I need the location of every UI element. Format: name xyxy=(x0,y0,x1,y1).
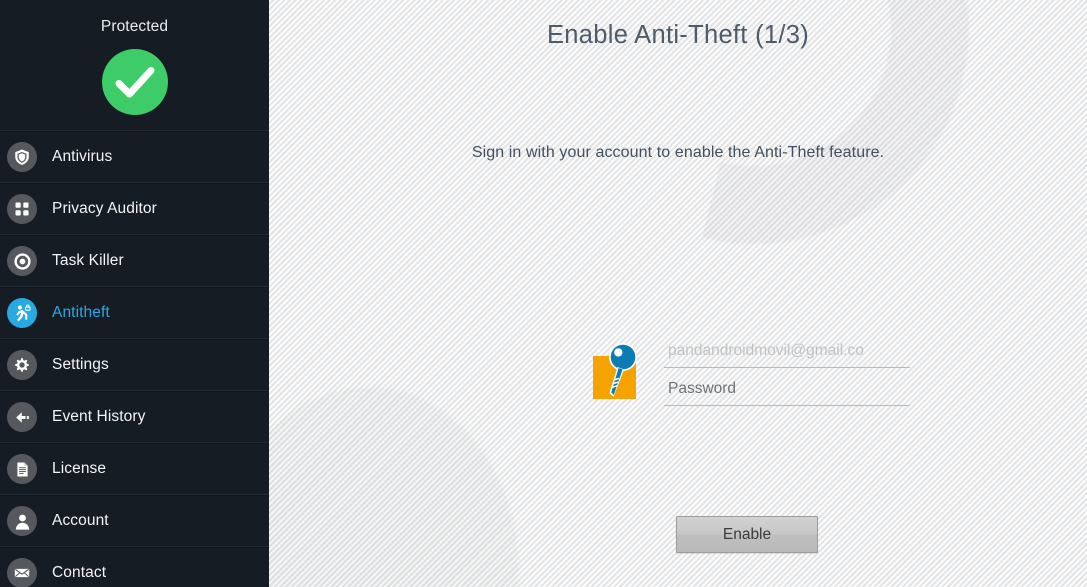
running-person-icon xyxy=(7,298,37,328)
document-icon xyxy=(7,454,37,484)
person-icon xyxy=(7,506,37,536)
sidebar-item-label: Event History xyxy=(52,408,146,425)
protection-status-label: Protected xyxy=(100,18,169,35)
sidebar-item-label: License xyxy=(52,460,107,477)
key-icon xyxy=(590,340,652,402)
sidebar-item-account[interactable]: Account xyxy=(0,495,269,547)
sidebar-item-label: Antivirus xyxy=(52,148,113,165)
sidebar-item-label: Settings xyxy=(52,356,109,373)
antivirus-app-window: Protected Antivirus Privacy Auditor Task… xyxy=(0,0,1087,587)
sidebar-item-event-history[interactable]: Event History xyxy=(0,391,269,443)
credential-fields xyxy=(664,338,910,406)
envelope-icon xyxy=(7,558,37,587)
password-field[interactable] xyxy=(664,376,910,406)
gear-icon xyxy=(7,350,37,380)
email-field[interactable] xyxy=(664,338,910,368)
sidebar-item-license[interactable]: License xyxy=(0,443,269,495)
sidebar: Protected Antivirus Privacy Auditor Task… xyxy=(0,0,269,587)
page-subtitle: Sign in with your account to enable the … xyxy=(471,144,885,161)
sidebar-item-label: Task Killer xyxy=(52,252,124,269)
sidebar-item-label: Privacy Auditor xyxy=(52,200,157,217)
sidebar-item-task-killer[interactable]: Task Killer xyxy=(0,235,269,287)
page-title: Enable Anti-Theft (1/3) xyxy=(546,21,810,49)
sidebar-item-contact[interactable]: Contact xyxy=(0,547,269,587)
target-icon xyxy=(7,246,37,276)
green-check-circle-icon xyxy=(101,49,168,115)
main-content: Enable Anti-Theft (1/3) Sign in with you… xyxy=(269,0,1087,587)
enable-button[interactable]: Enable xyxy=(676,516,818,553)
sidebar-item-label: Antitheft xyxy=(52,304,110,321)
sidebar-item-antivirus[interactable]: Antivirus xyxy=(0,131,269,183)
grid-squares-icon xyxy=(7,194,37,224)
sidebar-item-settings[interactable]: Settings xyxy=(0,339,269,391)
protection-status-block: Protected xyxy=(0,0,269,131)
sidebar-item-privacy-auditor[interactable]: Privacy Auditor xyxy=(0,183,269,235)
signin-form xyxy=(590,338,910,406)
shield-icon xyxy=(7,142,37,172)
sidebar-item-label: Contact xyxy=(52,564,107,581)
sidebar-item-antitheft[interactable]: Antitheft xyxy=(0,287,269,339)
back-arrow-icon xyxy=(7,402,37,432)
sidebar-item-label: Account xyxy=(52,512,109,529)
